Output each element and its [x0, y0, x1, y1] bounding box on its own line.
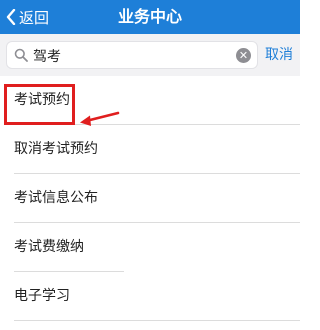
- list-item-label: 考试费缴纳: [14, 239, 84, 255]
- list-item-exam-fee[interactable]: 考试费缴纳: [0, 223, 300, 271]
- list-item-cancel-booking[interactable]: 取消考试预约: [0, 125, 300, 173]
- search-box[interactable]: ✕: [6, 41, 258, 69]
- list-item-e-learning[interactable]: 电子学习: [0, 272, 300, 320]
- chevron-left-icon: [6, 9, 16, 25]
- divider: [14, 320, 300, 321]
- search-input[interactable]: [33, 45, 223, 67]
- back-label: 返回: [19, 8, 50, 27]
- cancel-button[interactable]: 取消: [265, 34, 293, 76]
- highlight-box: [4, 84, 75, 125]
- search-bar: ✕: [0, 34, 300, 76]
- search-icon: [14, 48, 28, 62]
- arrow-icon: [80, 111, 120, 126]
- list-item-label: 取消考试预约: [14, 141, 98, 157]
- list-item-label: 考试信息公布: [14, 190, 98, 206]
- clear-icon[interactable]: ✕: [236, 48, 251, 63]
- back-button[interactable]: 返回: [6, 0, 49, 34]
- list-item-label: 电子学习: [14, 288, 70, 304]
- navigation-bar: 返回 业务中心: [0, 0, 300, 34]
- list-item-exam-info[interactable]: 考试信息公布: [0, 174, 300, 222]
